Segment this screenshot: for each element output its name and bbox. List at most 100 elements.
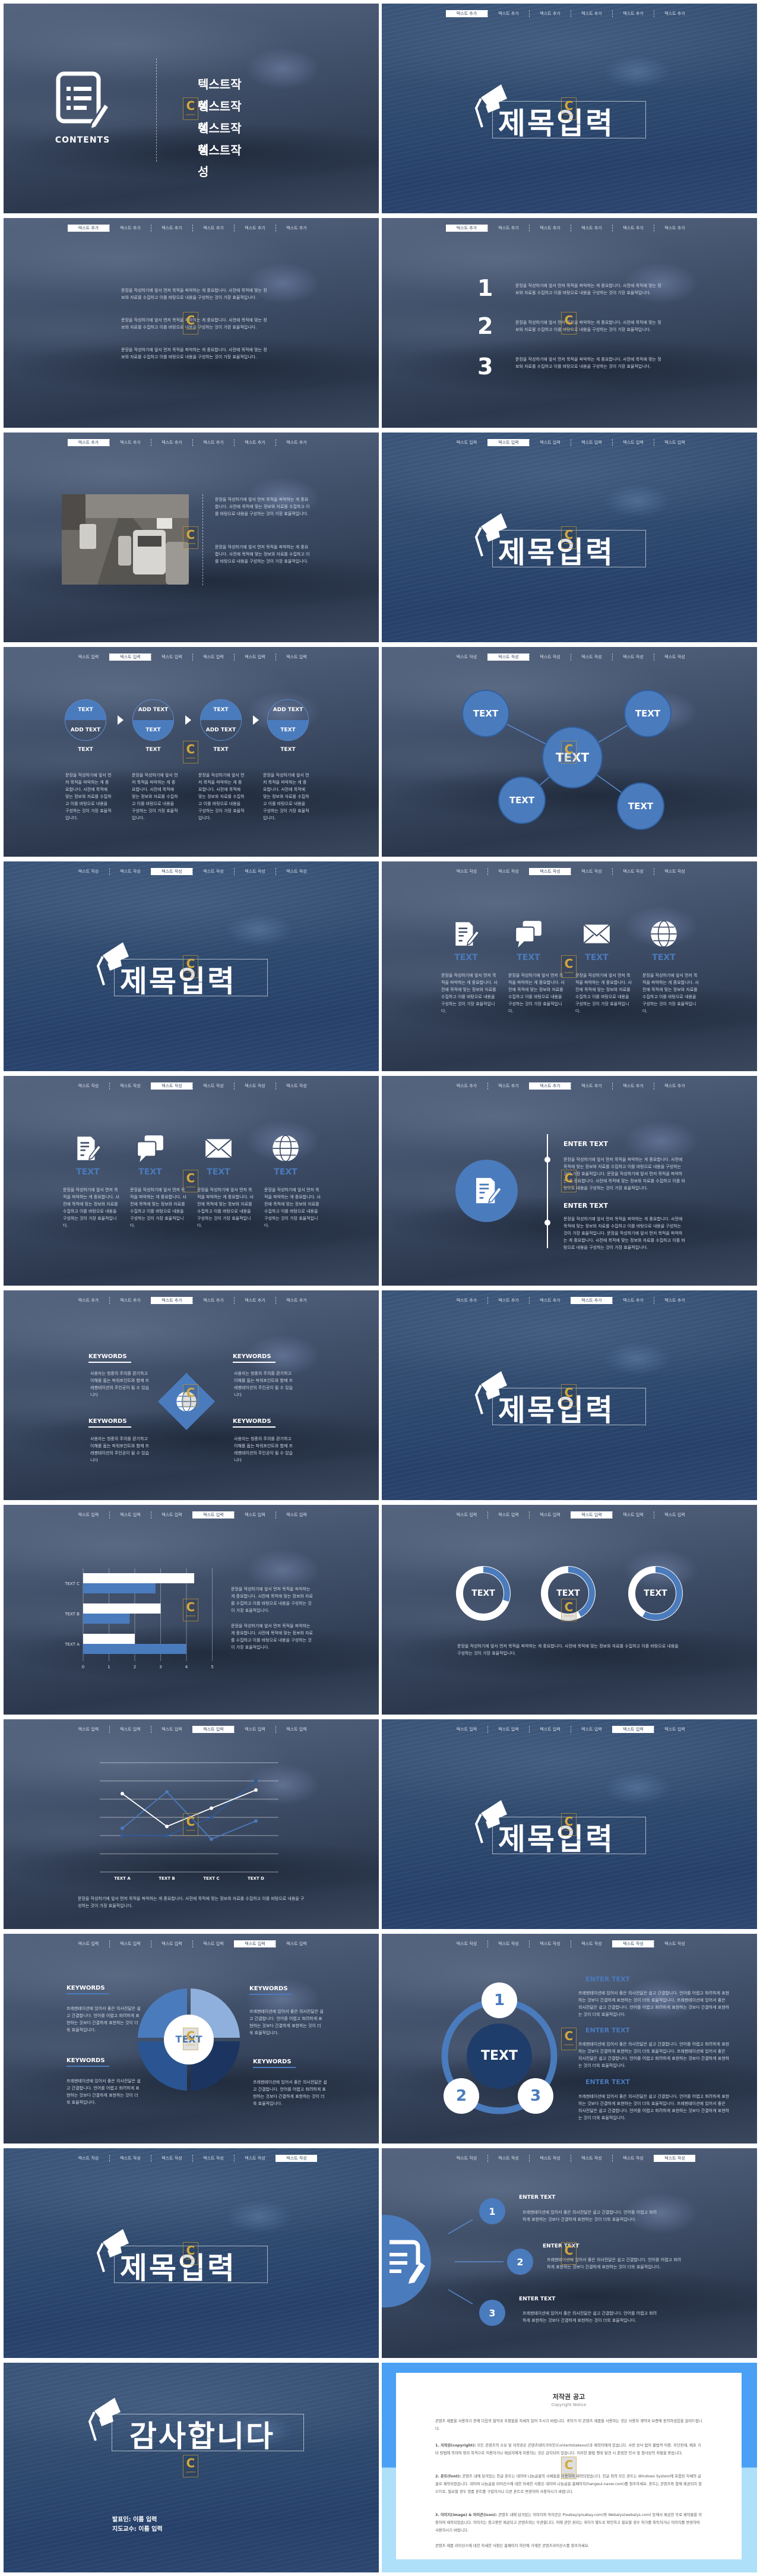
- nav-tab[interactable]: 텍스트 입력: [612, 439, 654, 446]
- nav-tab[interactable]: 텍스트 작성: [654, 868, 695, 875]
- nav-tab[interactable]: 텍스트 추가: [276, 439, 317, 446]
- nav-tab[interactable]: 텍스트 입력: [68, 1726, 109, 1733]
- process-step-4[interactable]: ADD TEXT TEXT: [267, 699, 309, 741]
- process-step-2[interactable]: ADD TEXT TEXT: [132, 699, 174, 741]
- slide-bar-chart[interactable]: 0 1 2 3 4 5 TEXT A TEXT B TEXT C 문장을 작성하기에 앞서 먼저…: [4, 1505, 379, 1715]
- nav-tab[interactable]: 텍스트 입력: [192, 654, 234, 661]
- nav-tab[interactable]: 텍스트 작성: [487, 2155, 529, 2162]
- nav-tab[interactable]: 텍스트 입력: [68, 1940, 109, 1947]
- slide-cycle[interactable]: TEXT 1 2 3 ENTER TEXT 프레젠테이션에 있어서 좋은 의사전…: [382, 1934, 757, 2143]
- nav-tab[interactable]: 텍스트 추가: [612, 225, 654, 232]
- nav-tab[interactable]: 텍스트 작성: [276, 868, 317, 875]
- nav-tab-active[interactable]: 텍스트 입력: [234, 1940, 276, 1947]
- nav-tab-active[interactable]: 텍스트 입력: [192, 1511, 234, 1519]
- nav-tab-active[interactable]: 텍스트 작성: [151, 1082, 192, 1090]
- nav-tab[interactable]: 텍스트 입력: [446, 1511, 487, 1519]
- nav-tab[interactable]: 텍스트 추가: [529, 10, 571, 17]
- nav-tab[interactable]: 텍스트 작성: [654, 654, 695, 661]
- slide-section-title[interactable]: 텍스트 입력 텍스트 입력 텍스트 입력 텍스트 입력 텍스트 입력 텍스트 입력 제목입력…: [382, 1719, 757, 1929]
- nav-tab[interactable]: 텍스트 작성: [612, 654, 654, 661]
- nav-tab[interactable]: 텍스트 추가: [487, 1082, 529, 1090]
- nav-tab[interactable]: 텍스트 추가: [529, 225, 571, 232]
- nav-tab[interactable]: 텍스트 입력: [109, 1940, 151, 1947]
- nav-tab[interactable]: 텍스트 추가: [446, 1297, 487, 1304]
- slide-timeline[interactable]: ENTER TEXT 문장을 작성하기에 앞서 먼저 목적을 파악하는 게 중요…: [382, 1076, 757, 1286]
- nav-tab[interactable]: 텍스트 작성: [234, 1082, 276, 1090]
- nav-tab[interactable]: 텍스트 추가: [487, 225, 529, 232]
- nav-tab[interactable]: 텍스트 입력: [151, 1511, 192, 1519]
- contents-item[interactable]: 텍스트작성: [198, 118, 245, 157]
- nav-tab-active[interactable]: 텍스트 작성: [612, 1940, 654, 1947]
- nav-tab[interactable]: 텍스트 입력: [192, 1940, 234, 1947]
- nav-tab[interactable]: 텍스트 입력: [276, 1726, 317, 1733]
- nav-tab[interactable]: 텍스트 입력: [571, 439, 612, 446]
- nav-tab[interactable]: 텍스트 추가: [234, 1297, 276, 1304]
- process-step-3[interactable]: TEXT ADD TEXT: [200, 699, 242, 741]
- nav-tab[interactable]: 텍스트 추가: [192, 225, 234, 232]
- nav-tab[interactable]: 텍스트 작성: [68, 1082, 109, 1090]
- nav-tab[interactable]: 텍스트 작성: [571, 2155, 612, 2162]
- nav-tab[interactable]: 텍스트 추가: [654, 225, 695, 232]
- slide-section-title[interactable]: 텍스트 작성 텍스트 작성 텍스트 작성 텍스트 작성 텍스트 작성 텍스트 작성 제목입력…: [4, 861, 379, 1071]
- nav-tab[interactable]: 텍스트 추가: [68, 1297, 109, 1304]
- nav-tab[interactable]: 텍스트 작성: [571, 1940, 612, 1947]
- nav-tab[interactable]: 텍스트 추가: [234, 439, 276, 446]
- nav-tab[interactable]: 텍스트 추가: [276, 1297, 317, 1304]
- nav-tab[interactable]: 텍스트 추가: [151, 439, 192, 446]
- slide-section-title[interactable]: 텍스트 작성 텍스트 작성 텍스트 작성 텍스트 작성 텍스트 작성 텍스트 작성 제목입력…: [4, 2148, 379, 2358]
- nav-tab-active[interactable]: 텍스트 작성: [151, 868, 192, 875]
- nav-tab[interactable]: 텍스트 입력: [487, 1511, 529, 1519]
- cycle-number[interactable]: 2: [444, 2078, 479, 2114]
- nav-tab[interactable]: 텍스트 추가: [487, 1297, 529, 1304]
- slide-icons[interactable]: 텍스트 작성 텍스트 작성 텍스트 작성 텍스트 작성 텍스트 작성 텍스트 작성 TEXT…: [382, 861, 757, 1071]
- slide-pie-keywords[interactable]: TEXT KEYWORDS 프레젠테이션에 있어서 좋은 의사전달은 쉽고 간결…: [4, 1934, 379, 2143]
- nav-tab-active[interactable]: 텍스트 추가: [151, 1297, 192, 1304]
- nav-tab[interactable]: 텍스트 작성: [446, 2155, 487, 2162]
- slide-numbered-list[interactable]: 1 2 3 ENTER TEXT 프레젠테이션에 있어서 좋은 의사전달은 쉽고…: [382, 2148, 757, 2358]
- slide-image-text[interactable]: 문장을 작성하기에 앞서 먼저 목적을 파악하는 게 중요합니다. 사전에 목적…: [4, 433, 379, 642]
- nav-tab[interactable]: 텍스트 입력: [276, 1511, 317, 1519]
- nav-tab-active[interactable]: 텍스트 입력: [109, 654, 151, 661]
- nav-tab-active[interactable]: 텍스트 작성: [654, 2155, 695, 2162]
- nav-tab[interactable]: 텍스트 추가: [654, 1297, 695, 1304]
- nav-tab[interactable]: 텍스트 추가: [151, 225, 192, 232]
- cycle-number[interactable]: 1: [482, 1982, 517, 2018]
- nav-tab[interactable]: 텍스트 작성: [446, 868, 487, 875]
- nav-tab[interactable]: 텍스트 입력: [529, 1726, 571, 1733]
- nav-tab[interactable]: 텍스트 추가: [234, 225, 276, 232]
- nav-tab[interactable]: 텍스트 입력: [276, 654, 317, 661]
- nav-tab-active[interactable]: 텍스트 입력: [487, 439, 529, 446]
- nav-tab[interactable]: 텍스트 추가: [109, 225, 151, 232]
- nav-tab[interactable]: 텍스트 작성: [192, 868, 234, 875]
- nav-tab[interactable]: 텍스트 작성: [446, 1940, 487, 1947]
- nav-tab[interactable]: 텍스트 작성: [234, 868, 276, 875]
- nav-tab[interactable]: 텍스트 작성: [529, 1940, 571, 1947]
- nav-tab[interactable]: 텍스트 작성: [487, 868, 529, 875]
- hub-node[interactable]: TEXT: [624, 690, 672, 737]
- nav-tab[interactable]: 텍스트 추가: [571, 225, 612, 232]
- nav-tab[interactable]: 텍스트 작성: [151, 2155, 192, 2162]
- nav-tab[interactable]: 텍스트 작성: [612, 868, 654, 875]
- nav-tab-active[interactable]: 텍스트 추가: [68, 225, 109, 232]
- nav-tab[interactable]: 텍스트 입력: [68, 1511, 109, 1519]
- nav-tab[interactable]: 텍스트 추가: [612, 1297, 654, 1304]
- contents-item[interactable]: 텍스트작성: [198, 74, 245, 113]
- slide-process[interactable]: TEXT ADD TEXT ADD TEXT TEXT TEXT ADD TEX…: [4, 647, 379, 857]
- nav-tab[interactable]: 텍스트 작성: [529, 654, 571, 661]
- list-number[interactable]: 1: [479, 2198, 505, 2224]
- nav-tab[interactable]: 텍스트 작성: [192, 2155, 234, 2162]
- nav-tab[interactable]: 텍스트 추가: [192, 439, 234, 446]
- nav-tab[interactable]: 텍스트 작성: [109, 2155, 151, 2162]
- nav-tab[interactable]: 텍스트 작성: [68, 868, 109, 875]
- hub-node[interactable]: TEXT: [617, 782, 664, 830]
- nav-tab-active[interactable]: 텍스트 추가: [529, 1082, 571, 1090]
- nav-tab-active[interactable]: 텍스트 추가: [446, 10, 487, 17]
- nav-tab[interactable]: 텍스트 입력: [109, 1726, 151, 1733]
- slide-hub[interactable]: TEXT TEXT TEXT TEXT TEXT 텍스트 작성 텍스트 작성 텍스트…: [382, 647, 757, 857]
- nav-tab[interactable]: 텍스트 추가: [446, 1082, 487, 1090]
- nav-tab[interactable]: 텍스트 추가: [571, 10, 612, 17]
- nav-tab-active[interactable]: 텍스트 작성: [487, 654, 529, 661]
- nav-tab-active[interactable]: 텍스트 작성: [276, 2155, 317, 2162]
- nav-tab[interactable]: 텍스트 추가: [276, 225, 317, 232]
- nav-tab[interactable]: 텍스트 추가: [612, 1082, 654, 1090]
